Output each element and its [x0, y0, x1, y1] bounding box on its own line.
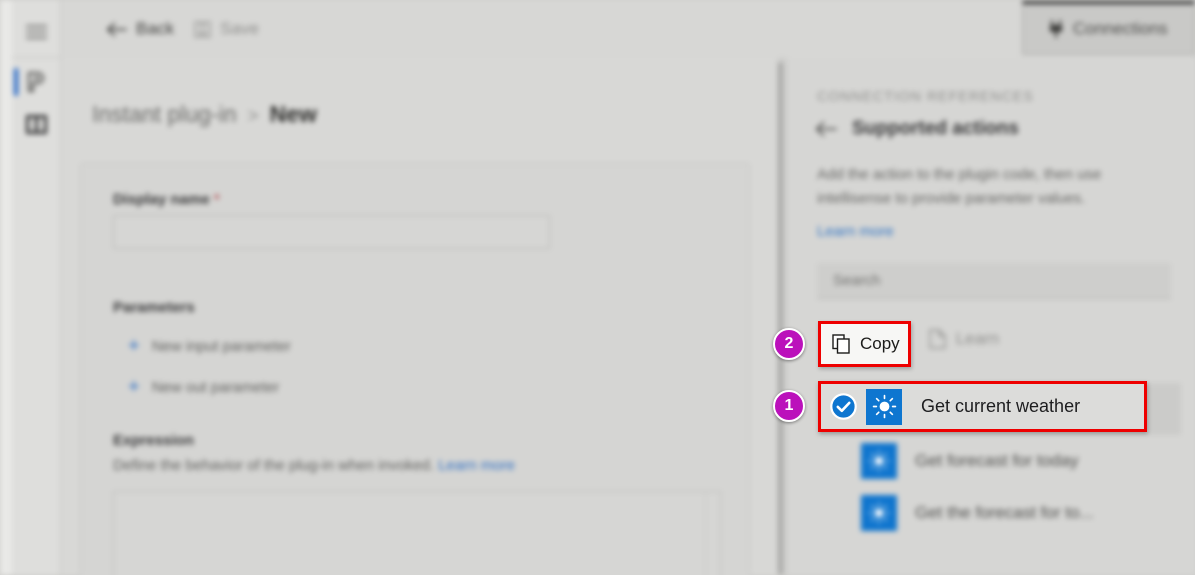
- copy-icon: [832, 334, 850, 354]
- callout-badge-1: 1: [773, 390, 805, 422]
- selected-check-icon: [821, 393, 866, 420]
- weather-tile-icon: [866, 388, 902, 425]
- copy-label: Copy: [860, 334, 900, 353]
- callout-badge-2: 2: [773, 328, 805, 360]
- copy-button-highlight[interactable]: Copy: [818, 321, 911, 367]
- get-current-weather-highlight[interactable]: Get current weather: [818, 381, 1147, 432]
- annotation-overlay: Copy Get current weather 2 1: [0, 0, 1195, 575]
- list-item-label: Get current weather: [921, 396, 1081, 416]
- application-window: Back Save Connections Instant plug-in > …: [0, 0, 1195, 575]
